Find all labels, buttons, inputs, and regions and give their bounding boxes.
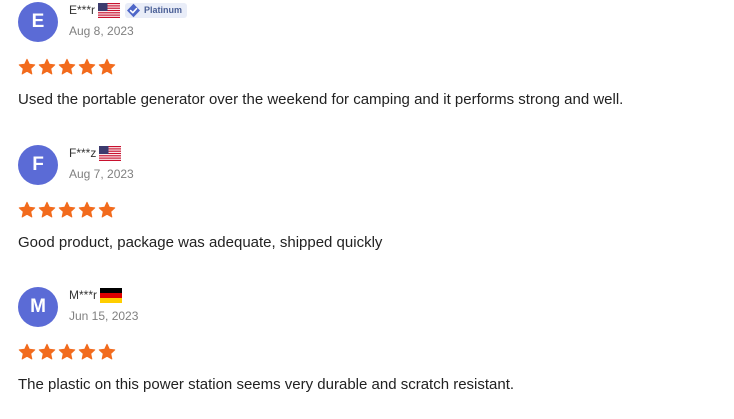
reviewer-name: F***z: [69, 146, 97, 160]
star-icon: [98, 58, 116, 76]
star-icon: [38, 343, 56, 361]
star-icon: [18, 58, 36, 76]
star-icon: [98, 343, 116, 361]
avatar: E: [18, 2, 58, 42]
avatar: M: [18, 287, 58, 327]
us-flag-icon: [98, 2, 121, 18]
star-icon: [78, 343, 96, 361]
star-icon: [38, 201, 56, 219]
star-rating: [18, 58, 116, 76]
reviewer-info: F***z: [69, 145, 122, 161]
review-text: The plastic on this power station seems …: [18, 376, 515, 393]
de-flag-icon: [100, 287, 123, 303]
reviewer-name: E***r: [69, 3, 96, 17]
membership-badge: Platinum: [125, 2, 188, 18]
reviewer-info: E***r Platinum: [69, 2, 188, 18]
review-date: Aug 7, 2023: [69, 167, 134, 181]
star-icon: [38, 58, 56, 76]
review-date: Jun 15, 2023: [69, 309, 139, 323]
star-icon: [58, 58, 76, 76]
star-icon: [58, 201, 76, 219]
star-icon: [18, 343, 36, 361]
star-icon: [78, 58, 96, 76]
review-text: Used the portable generator over the wee…: [18, 91, 624, 108]
reviewer-name: M***r: [69, 288, 98, 302]
diamond-check-icon: [126, 3, 141, 18]
review-text: Good product, package was adequate, ship…: [18, 234, 383, 251]
us-flag-icon: [99, 145, 122, 161]
star-rating: [18, 343, 116, 361]
review-date: Aug 8, 2023: [69, 24, 134, 38]
badge-label: Platinum: [144, 5, 183, 15]
reviewer-info: M***r: [69, 287, 123, 303]
star-rating: [18, 201, 116, 219]
star-icon: [78, 201, 96, 219]
star-icon: [18, 201, 36, 219]
star-icon: [58, 343, 76, 361]
avatar: F: [18, 145, 58, 185]
star-icon: [98, 201, 116, 219]
